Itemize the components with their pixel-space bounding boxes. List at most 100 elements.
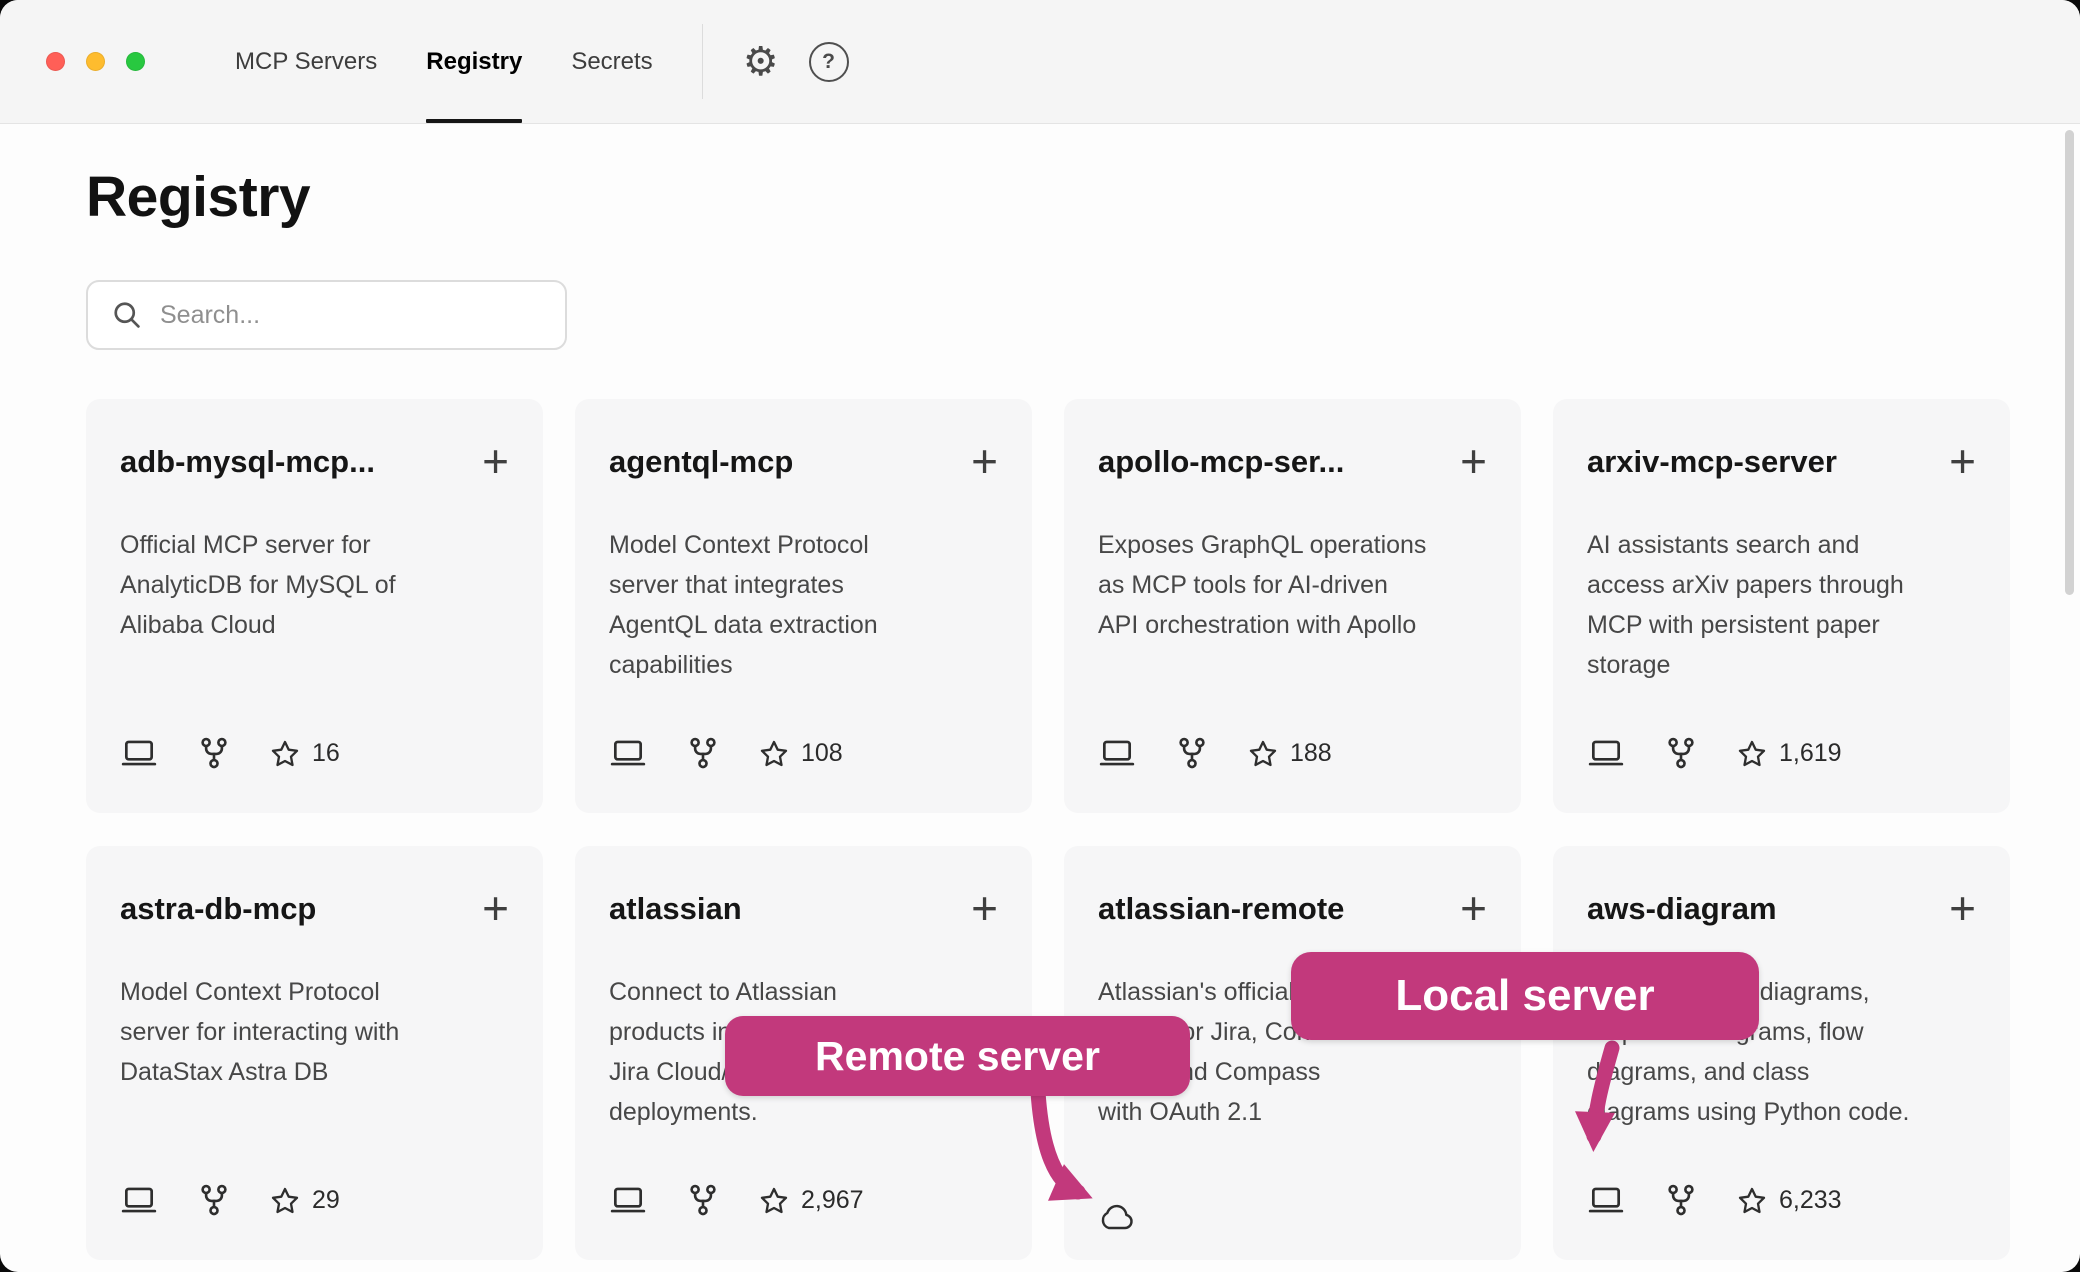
app-window: MCP Servers Registry Secrets ⚙ ? Registr… <box>0 0 2080 1272</box>
close-button[interactable] <box>46 52 65 71</box>
server-name: astra-db-mcp <box>120 886 316 932</box>
server-name: arxiv-mcp-server <box>1587 439 1837 485</box>
star-row: 16 <box>270 739 340 768</box>
add-server-button[interactable]: + <box>1460 441 1487 481</box>
card-header: arxiv-mcp-server + <box>1587 439 1976 485</box>
server-description: Model Context Protocol server that integ… <box>609 525 998 685</box>
star-count: 29 <box>312 1186 340 1215</box>
server-name: adb-mysql-mcp... <box>120 439 375 485</box>
server-description: Official MCP server for AnalyticDB for M… <box>120 525 509 645</box>
page-title: Registry <box>86 164 2010 230</box>
settings-gear-icon[interactable]: ⚙ <box>743 0 779 123</box>
card-footer: 16 <box>120 737 340 769</box>
card-header: astra-db-mcp + <box>120 886 509 932</box>
server-card[interactable]: adb-mysql-mcp... + Official MCP server f… <box>86 399 543 813</box>
star-count: 6,233 <box>1779 1186 1842 1215</box>
card-header: apollo-mcp-ser... + <box>1098 439 1487 485</box>
github-icon[interactable] <box>200 737 228 769</box>
server-description: Model Context Protocol server for intera… <box>120 972 509 1092</box>
star-icon <box>1248 739 1278 768</box>
card-header: atlassian-remote + <box>1098 886 1487 932</box>
title-bar: MCP Servers Registry Secrets ⚙ ? <box>0 0 2080 124</box>
scrollbar-thumb[interactable] <box>2065 130 2074 595</box>
server-name: aws-diagram <box>1587 886 1777 932</box>
card-footer: 2,967 <box>609 1184 864 1216</box>
server-name: atlassian <box>609 886 742 932</box>
card-footer: 108 <box>609 737 843 769</box>
star-row: 188 <box>1248 739 1332 768</box>
card-header: atlassian + <box>609 886 998 932</box>
traffic-lights <box>46 0 145 123</box>
server-description: Exposes GraphQL operations as MCP tools … <box>1098 525 1487 645</box>
github-icon[interactable] <box>200 1184 228 1216</box>
laptop-icon <box>609 738 647 768</box>
card-header: aws-diagram + <box>1587 886 1976 932</box>
github-icon[interactable] <box>689 1184 717 1216</box>
card-footer: 6,233 <box>1587 1184 1842 1216</box>
tab-mcp-servers[interactable]: MCP Servers <box>235 0 377 123</box>
server-card[interactable]: agentql-mcp + Model Context Protocol ser… <box>575 399 1032 813</box>
server-name: agentql-mcp <box>609 439 793 485</box>
cloud-icon <box>1098 1204 1138 1232</box>
github-icon[interactable] <box>1667 1184 1695 1216</box>
card-footer: 29 <box>120 1184 340 1216</box>
tab-secrets[interactable]: Secrets <box>571 0 652 123</box>
star-icon <box>759 739 789 768</box>
star-count: 188 <box>1290 739 1332 768</box>
add-server-button[interactable]: + <box>971 441 998 481</box>
server-card[interactable]: arxiv-mcp-server + AI assistants search … <box>1553 399 2010 813</box>
laptop-icon <box>1098 738 1136 768</box>
titlebar-divider <box>702 24 703 99</box>
help-icon[interactable]: ? <box>809 42 849 82</box>
minimize-button[interactable] <box>86 52 105 71</box>
local-server-callout: Local server <box>1291 952 1759 1040</box>
star-count: 108 <box>801 739 843 768</box>
search-icon <box>112 300 142 330</box>
add-server-button[interactable]: + <box>482 888 509 928</box>
zoom-button[interactable] <box>126 52 145 71</box>
server-name: atlassian-remote <box>1098 886 1344 932</box>
server-card[interactable]: aws-diagram + Generate AWS diagrams, seq… <box>1553 846 2010 1260</box>
card-header: adb-mysql-mcp... + <box>120 439 509 485</box>
card-footer: 1,619 <box>1587 737 1842 769</box>
search-box[interactable] <box>86 280 567 350</box>
search-input[interactable] <box>158 300 552 331</box>
star-count: 2,967 <box>801 1186 864 1215</box>
card-footer: 188 <box>1098 737 1332 769</box>
laptop-icon <box>120 1185 158 1215</box>
star-row: 108 <box>759 739 843 768</box>
laptop-icon <box>1587 1185 1625 1215</box>
github-icon[interactable] <box>689 737 717 769</box>
github-icon[interactable] <box>1178 737 1206 769</box>
star-icon <box>759 1186 789 1215</box>
titlebar-tabs: MCP Servers Registry Secrets <box>235 0 653 123</box>
add-server-button[interactable]: + <box>1949 441 1976 481</box>
laptop-icon <box>1587 738 1625 768</box>
star-row: 6,233 <box>1737 1186 1842 1215</box>
server-name: apollo-mcp-ser... <box>1098 439 1344 485</box>
star-icon <box>270 739 300 768</box>
tab-registry[interactable]: Registry <box>426 0 522 123</box>
server-card[interactable]: astra-db-mcp + Model Context Protocol se… <box>86 846 543 1260</box>
server-card[interactable]: apollo-mcp-ser... + Exposes GraphQL oper… <box>1064 399 1521 813</box>
laptop-icon <box>609 1185 647 1215</box>
add-server-button[interactable]: + <box>1949 888 1976 928</box>
star-count: 1,619 <box>1779 739 1842 768</box>
add-server-button[interactable]: + <box>482 441 509 481</box>
card-header: agentql-mcp + <box>609 439 998 485</box>
card-footer <box>1098 1204 1138 1216</box>
star-icon <box>1737 739 1767 768</box>
server-description: AI assistants search and access arXiv pa… <box>1587 525 1976 685</box>
add-server-button[interactable]: + <box>1460 888 1487 928</box>
github-icon[interactable] <box>1667 737 1695 769</box>
add-server-button[interactable]: + <box>971 888 998 928</box>
star-icon <box>270 1186 300 1215</box>
star-icon <box>1737 1186 1767 1215</box>
card-grid: adb-mysql-mcp... + Official MCP server f… <box>86 399 2010 1260</box>
star-row: 29 <box>270 1186 340 1215</box>
remote-server-callout: Remote server <box>725 1016 1190 1096</box>
star-row: 1,619 <box>1737 739 1842 768</box>
laptop-icon <box>120 738 158 768</box>
star-row: 2,967 <box>759 1186 864 1215</box>
star-count: 16 <box>312 739 340 768</box>
